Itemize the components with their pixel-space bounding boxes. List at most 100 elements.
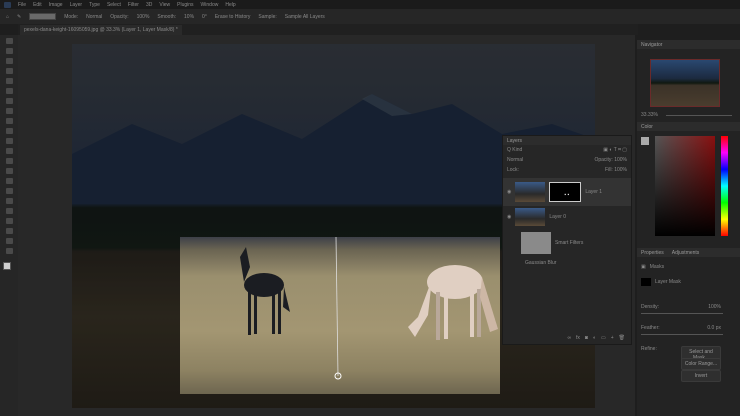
link-icon[interactable]: ∞ — [567, 335, 571, 341]
document-tab-bar: pexels-dana-keight-16095059.jpg @ 33.3% … — [18, 24, 638, 35]
pen-tool-icon[interactable] — [5, 188, 13, 194]
menu-view[interactable]: View — [159, 2, 170, 8]
marquee-tool-icon[interactable] — [5, 48, 13, 54]
menu-select[interactable]: Select — [107, 2, 121, 8]
density-slider[interactable] — [641, 313, 723, 314]
crop-tool-icon[interactable] — [5, 78, 13, 84]
menu-file[interactable]: File — [18, 2, 26, 8]
filter-name[interactable]: Gaussian Blur — [525, 260, 556, 266]
visibility-icon[interactable]: ◉ — [507, 214, 511, 220]
navigator-zoom-slider[interactable] — [665, 114, 732, 116]
zoom-tool-icon[interactable] — [5, 238, 13, 244]
layer-mask-thumbnail[interactable]: ▪ ▪ — [549, 182, 582, 202]
brush-tool-icon[interactable] — [5, 118, 13, 124]
white-horse — [408, 265, 498, 340]
layer-row-layer-1[interactable]: ◉ ▪ ▪ Layer 1 — [503, 178, 631, 206]
blend-mode-select[interactable]: Normal — [507, 157, 523, 163]
layer-fill[interactable]: Fill: 100% — [605, 167, 627, 173]
navigator-preview[interactable] — [650, 59, 720, 107]
eraser-tool-icon[interactable] — [5, 148, 13, 154]
layer-mask-label: Layer Mask — [655, 279, 681, 285]
frame-tool-icon[interactable] — [5, 88, 13, 94]
add-mask-icon[interactable]: ◙ — [585, 335, 588, 341]
fx-icon[interactable]: fx — [576, 335, 580, 341]
adjustment-icon[interactable]: ◐ — [593, 335, 596, 341]
more-tools-icon[interactable] — [5, 248, 13, 254]
color-field[interactable] — [655, 136, 715, 236]
blur-tool-icon[interactable] — [5, 168, 13, 174]
menu-edit[interactable]: Edit — [33, 2, 42, 8]
new-layer-icon[interactable]: + — [611, 335, 614, 341]
brush-preset-picker[interactable] — [29, 13, 57, 20]
lasso-tool-icon[interactable] — [5, 58, 13, 64]
layers-panel: Layers Q Kind ▣ ◐ T ⌗ ▢ Normal Opacity: … — [502, 135, 632, 345]
layer-mask-row: Layer Mask — [641, 278, 681, 286]
quick-select-tool-icon[interactable] — [5, 68, 13, 74]
delete-icon[interactable]: 🗑 — [619, 335, 625, 341]
layer-filter-kind[interactable]: Q Kind — [507, 147, 522, 153]
smooth-input[interactable]: 10% — [184, 14, 194, 20]
gradient-tool-icon[interactable] — [5, 158, 13, 164]
menu-type[interactable]: Type — [89, 2, 100, 8]
feather-slider[interactable] — [641, 334, 723, 335]
feather-value[interactable]: 0.0 px — [707, 325, 721, 331]
menu-help[interactable]: Help — [225, 2, 235, 8]
shape-tool-icon[interactable] — [5, 218, 13, 224]
hand-tool-icon[interactable] — [5, 228, 13, 234]
eyedropper-tool-icon[interactable] — [5, 98, 13, 104]
app-logo-icon — [4, 1, 11, 8]
feather-label: Feather: — [641, 325, 660, 331]
move-tool-icon[interactable] — [5, 38, 13, 44]
visibility-icon[interactable]: ◉ — [507, 189, 511, 195]
color-range-button[interactable]: Color Range... — [681, 358, 721, 370]
dodge-tool-icon[interactable] — [5, 178, 13, 184]
invert-button[interactable]: Invert — [681, 370, 721, 382]
density-value[interactable]: 100% — [708, 304, 721, 310]
layer-thumbnail — [515, 208, 546, 226]
type-tool-icon[interactable] — [5, 198, 13, 204]
menu-window[interactable]: Window — [201, 2, 219, 8]
mask-icon: ▣ — [641, 264, 646, 270]
stamp-tool-icon[interactable] — [5, 128, 13, 134]
brush-tool-icon[interactable]: ✎ — [17, 14, 21, 20]
document-tab[interactable]: pexels-dana-keight-16095059.jpg @ 33.3% … — [20, 24, 182, 35]
tools-panel — [0, 35, 18, 416]
group-icon[interactable]: ▭ — [601, 335, 606, 341]
menu-3d[interactable]: 3D — [146, 2, 152, 8]
menu-filter[interactable]: Filter — [128, 2, 139, 8]
home-icon[interactable]: ⌂ — [6, 14, 9, 20]
menu-plugins[interactable]: Plugins — [177, 2, 193, 8]
smart-filters-row[interactable]: Smart Filters — [503, 228, 631, 258]
layer-name[interactable]: Layer 0 — [549, 214, 566, 220]
path-select-icon[interactable] — [5, 208, 13, 214]
menu-layer[interactable]: Layer — [70, 2, 83, 8]
smart-filters-label[interactable]: Smart Filters — [555, 240, 583, 246]
mode-label: Mode: — [64, 13, 79, 20]
erase-history-checkbox[interactable]: Erase to History — [215, 14, 251, 20]
navigator-title[interactable]: Navigator — [641, 42, 662, 48]
filter-row[interactable]: Gaussian Blur — [503, 258, 631, 268]
layer-opacity[interactable]: Opacity: 100% — [594, 157, 627, 163]
menu-image[interactable]: Image — [49, 2, 63, 8]
menu-bar: File Edit Image Layer Type Select Filter… — [0, 0, 740, 9]
history-brush-icon[interactable] — [5, 138, 13, 144]
sample-select[interactable]: Sample All Layers — [285, 14, 325, 20]
mode-select[interactable]: Normal — [86, 14, 102, 20]
layer-row-layer-0[interactable]: ◉ Layer 0 — [503, 206, 631, 228]
opacity-input[interactable]: 100% — [137, 14, 150, 20]
layers-panel-title[interactable]: Layers — [507, 138, 522, 144]
adjustments-tab[interactable]: Adjustments — [672, 250, 700, 256]
dark-horse — [240, 247, 290, 335]
layer-name[interactable]: Layer 1 — [585, 189, 602, 195]
filter-icons[interactable]: ▣ ◐ T ⌗ ▢ — [603, 147, 627, 153]
navigator-zoom[interactable]: 33.33% — [641, 112, 658, 118]
color-swatches[interactable] — [3, 262, 15, 274]
foreground-color[interactable] — [641, 137, 649, 145]
layers-footer: ∞ fx ◙ ◐ ▭ + 🗑 — [567, 335, 625, 341]
angle-input[interactable]: 0° — [202, 14, 207, 20]
healing-tool-icon[interactable] — [5, 108, 13, 114]
hue-slider[interactable] — [721, 136, 728, 236]
color-panel-title[interactable]: Color — [641, 124, 653, 130]
options-bar: ⌂ ✎ Mode: Normal Opacity: 100% Smooth: 1… — [0, 9, 740, 24]
properties-title[interactable]: Properties — [641, 250, 664, 256]
